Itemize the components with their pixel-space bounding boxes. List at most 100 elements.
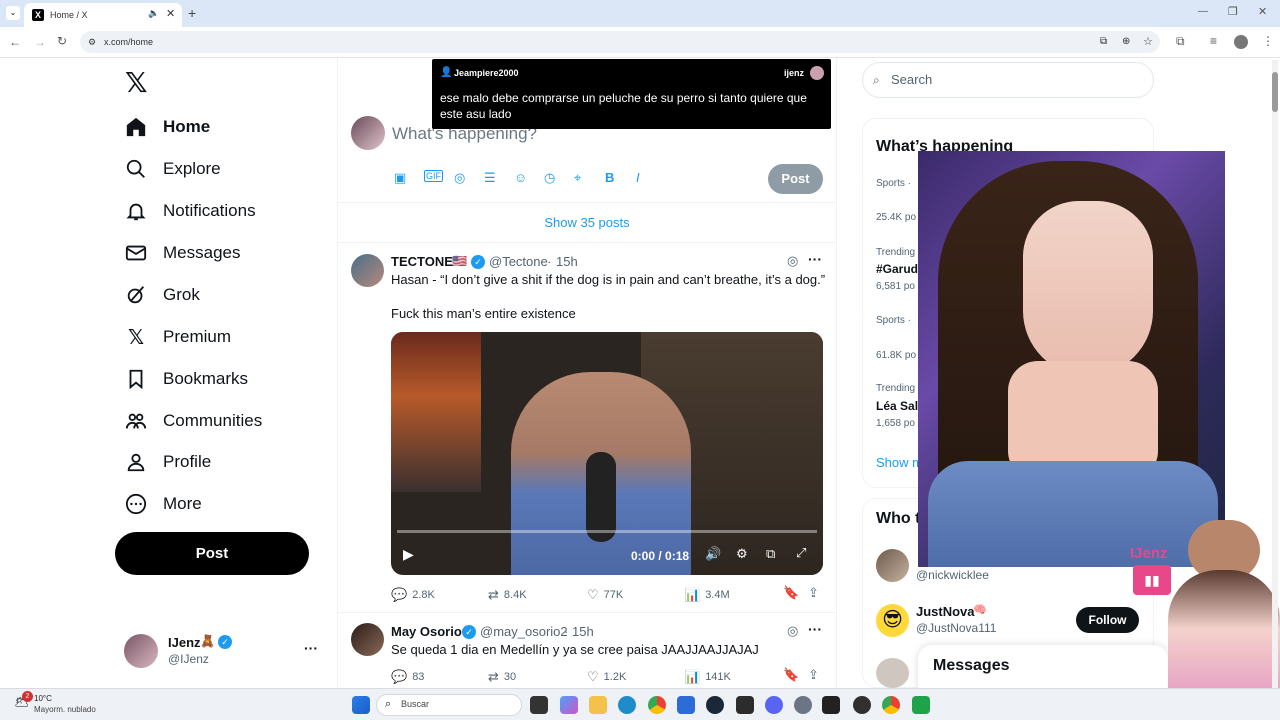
search-input[interactable]: ⌕ Search [862,62,1154,98]
views-button[interactable]: 📊 3.4M [684,587,730,603]
weather-widget[interactable]: 🌥 2 10°C Mayorm. nublado [14,691,114,717]
share-icon[interactable]: ⇪ [808,585,819,601]
edge-icon[interactable] [618,696,636,714]
bold-icon[interactable]: B [605,170,614,185]
like-button[interactable]: ♡ 77K [587,587,623,603]
minimize-icon[interactable]: — [1198,6,1208,17]
back-icon[interactable]: ← [9,35,21,49]
new-tab-button[interactable]: + [188,5,196,21]
grok-icon[interactable]: ◎ [787,253,798,269]
windows-start-icon[interactable] [352,696,370,714]
steam-icon[interactable] [706,696,724,714]
poll-icon[interactable]: ☰ [484,170,496,186]
reply-button[interactable]: 💬 83 [391,669,424,685]
play-icon[interactable]: ▶ [403,546,414,563]
post-button[interactable]: Post [115,532,309,575]
scrollbar-thumb[interactable] [1272,72,1278,112]
tweet-handle[interactable]: @Tectone [489,254,548,269]
obs-icon[interactable] [853,696,871,714]
composer-post-button[interactable]: Post [768,164,823,194]
address-bar[interactable]: ⚙ x.com/home ⧉ ⊕ ☆ [80,31,1160,53]
video-settings-icon[interactable]: ⚙ [736,546,748,562]
trend-title[interactable]: #Garud [876,262,918,276]
taskbar-search[interactable]: ⌕ Buscar [376,694,522,716]
tweet-more-icon[interactable]: ··· [808,251,822,267]
grok-icon[interactable]: ◎ [454,170,465,186]
reply-button[interactable]: 💬 2.8K [391,587,435,603]
task-view-icon[interactable] [530,696,548,714]
video-progress-bar[interactable] [397,530,817,533]
close-window-icon[interactable]: ✕ [1258,5,1267,18]
speaker-icon[interactable]: 🔈 [148,8,159,19]
terminal-icon[interactable] [736,696,754,714]
tweet-author-name[interactable]: May Osorio [391,624,462,639]
nav-bookmarks[interactable]: Bookmarks [124,361,248,397]
tweet-time[interactable]: 15h [572,624,594,639]
nav-messages[interactable]: Messages [124,235,240,271]
zoom-icon[interactable]: ⊕ [1122,31,1130,53]
reload-icon[interactable]: ↻ [57,34,67,48]
share-icon[interactable]: ⇪ [808,667,819,683]
italic-icon[interactable]: I [636,170,640,185]
nav-notifications[interactable]: Notifications [124,193,256,229]
location-icon[interactable]: ⌖ [574,170,581,186]
tweet-author-name[interactable]: TECTONE [391,254,453,269]
trend-title[interactable]: Léa Sal [876,399,918,413]
nav-profile[interactable]: Profile [124,444,211,480]
extensions-icon[interactable]: ⧉ [1176,34,1185,49]
show-posts-link[interactable]: Show 35 posts [337,215,837,230]
store-icon[interactable] [677,696,695,714]
forward-icon[interactable]: → [34,35,46,49]
close-tab-icon[interactable]: ✕ [166,7,175,20]
page-scrollbar[interactable] [1272,60,1278,688]
like-button[interactable]: ♡ 1.2K [587,669,626,685]
chrome-icon[interactable] [648,696,666,714]
install-app-icon[interactable]: ⧉ [1100,31,1107,53]
grok-icon[interactable]: ◎ [787,623,798,639]
reading-list-icon[interactable]: ≡ [1210,34,1217,48]
nav-grok[interactable]: Grok [124,277,200,313]
settings-icon[interactable] [794,696,812,714]
nav-premium[interactable]: 𝕏 Premium [124,319,231,355]
image-icon[interactable]: ▣ [394,170,406,186]
maximize-icon[interactable]: ❐ [1228,5,1238,18]
account-switcher[interactable]: IJenz 🧸 ✓ @IJenz ··· [120,628,330,672]
messages-drawer[interactable]: Messages [918,645,1168,688]
profile-avatar[interactable] [1234,35,1248,49]
tweet-time[interactable]: 15h [556,254,578,269]
repost-button[interactable]: ⇄ 8.4K [488,587,527,603]
bookmark-icon[interactable]: 🔖 [783,667,799,683]
schedule-icon[interactable]: ◷ [544,170,555,186]
browser-menu-icon[interactable]: ⋮ [1262,34,1274,48]
browser-tab[interactable]: X Home / X 🔈 ✕ [24,3,182,27]
epic-games-icon[interactable] [822,696,840,714]
follow-name[interactable]: JustNova [916,604,975,619]
tweet-handle[interactable]: @may_osorio2 [480,624,568,639]
fullscreen-icon[interactable]: ⤢ [796,545,806,561]
gif-icon[interactable]: GIF [424,170,443,182]
site-info-icon[interactable]: ⚙ [88,31,96,53]
copilot-icon[interactable] [560,696,578,714]
emoji-icon[interactable]: ☺ [514,170,527,185]
bookmark-star-icon[interactable]: ☆ [1143,31,1153,53]
pip-icon[interactable]: ⧉ [766,546,775,562]
show-more-link[interactable]: Show m [876,455,923,470]
volume-icon[interactable]: 🔊 [705,546,721,562]
tweet[interactable]: May Osorio ✓ @may_osorio2 · 15h ◎ ··· Se… [338,613,836,688]
account-more-icon[interactable]: ··· [304,640,318,656]
bookmark-icon[interactable]: 🔖 [783,585,799,601]
discord-icon[interactable] [765,696,783,714]
follow-button[interactable]: Follow [1076,607,1139,633]
tab-list-button[interactable]: ⌄ [6,6,20,20]
nav-communities[interactable]: Communities [124,403,262,439]
nav-more[interactable]: More [124,486,202,522]
x-logo-icon[interactable]: 𝕏 [125,66,148,99]
chrome-alt-icon[interactable] [882,696,900,714]
tweet-more-icon[interactable]: ··· [808,621,822,637]
views-button[interactable]: 📊 141K [684,669,731,685]
repost-button[interactable]: ⇄ 30 [488,669,516,685]
nav-home[interactable]: Home [124,109,210,145]
file-explorer-icon[interactable] [589,696,607,714]
tweet[interactable]: TECTONE 🇺🇸 ✓ @Tectone · 15h ◎ ··· Hasan … [338,243,836,613]
app-icon[interactable] [912,696,930,714]
